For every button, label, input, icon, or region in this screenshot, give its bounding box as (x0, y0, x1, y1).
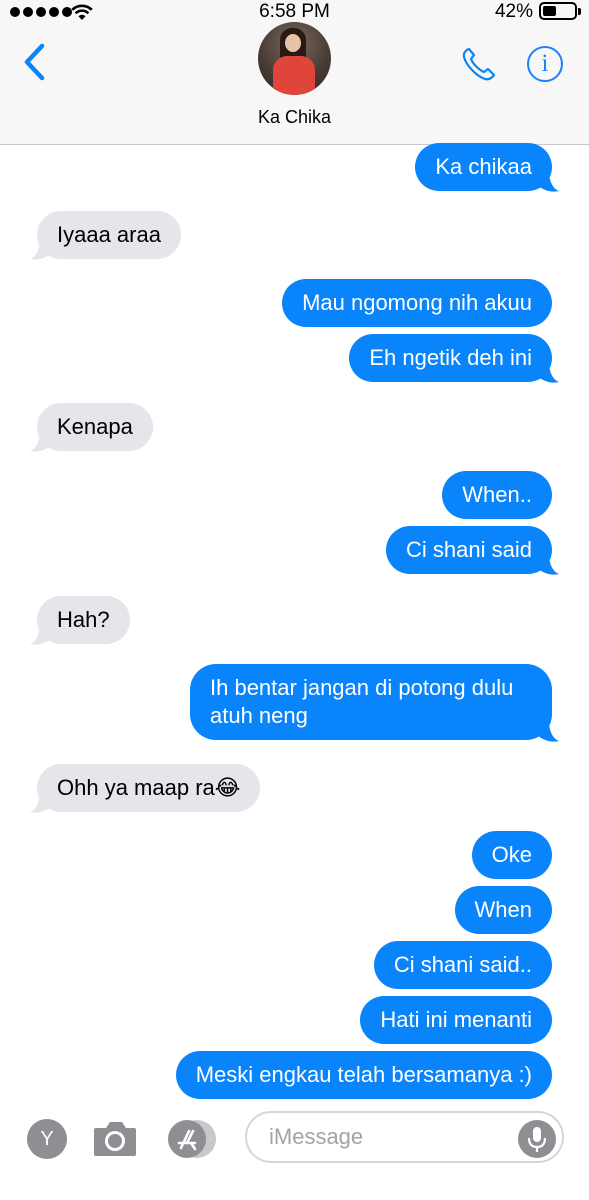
bubble-tail (537, 171, 559, 192)
message-bubble-outgoing[interactable]: Oke (471, 831, 552, 879)
bubble-tail (30, 239, 52, 260)
contact-name[interactable]: Ka Chika (0, 107, 589, 128)
microphone-icon[interactable] (518, 1120, 556, 1158)
apps-button[interactable]: Y (27, 1119, 67, 1159)
message-bubble-incoming[interactable]: Ohh ya maap ra😂 (37, 764, 261, 812)
bubble-tail (30, 792, 52, 813)
bubble-tail (537, 554, 559, 575)
message-bubble-outgoing[interactable]: Eh ngetik deh ini (349, 334, 552, 382)
message-bubble-outgoing[interactable]: Ka chikaa (415, 143, 552, 191)
message-bubble-outgoing[interactable]: Meski engkau telah bersamanya :) (175, 1051, 552, 1099)
bubble-tail (30, 624, 52, 645)
phone-icon[interactable] (460, 45, 498, 83)
bubble-tail (537, 362, 559, 383)
back-chevron-icon[interactable] (20, 42, 50, 82)
bubble-tail (30, 431, 52, 452)
message-bubble-outgoing[interactable]: When.. (442, 471, 552, 519)
message-bubble-outgoing[interactable]: Ih bentar jangan di potong dulu atuh nen… (190, 664, 552, 740)
message-bubble-outgoing[interactable]: Hati ini menanti (360, 996, 552, 1044)
message-bubble-outgoing[interactable]: When (454, 886, 552, 934)
contact-avatar[interactable] (258, 22, 331, 95)
imessage-input[interactable] (245, 1111, 564, 1163)
message-bubble-outgoing[interactable]: Ci shani said (386, 526, 552, 574)
message-bubble-incoming[interactable]: Kenapa (37, 403, 153, 451)
message-bubble-outgoing[interactable]: Mau ngomong nih akuu (282, 279, 552, 327)
bubble-tail (537, 721, 559, 742)
app-store-icon[interactable] (167, 1119, 217, 1159)
info-icon[interactable]: i (527, 46, 563, 82)
message-bubble-incoming[interactable]: Iyaaa araa (37, 211, 181, 259)
header-content: Ka Chika i (0, 0, 589, 145)
message-bubble-outgoing[interactable]: Ci shani said.. (373, 941, 552, 989)
camera-icon[interactable] (92, 1118, 138, 1158)
message-input-bar: Y (0, 1102, 589, 1174)
